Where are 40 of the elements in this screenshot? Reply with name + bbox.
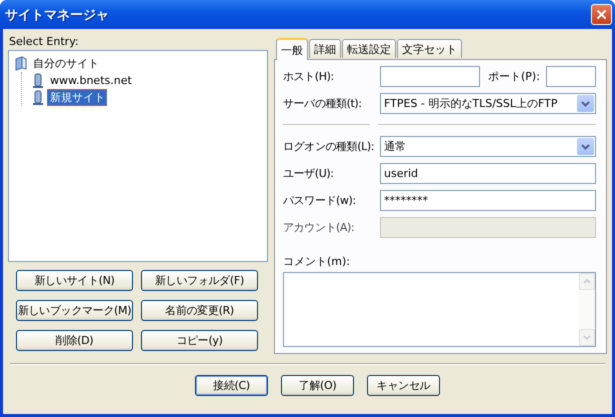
tree-item[interactable]: www.bnets.net [47,73,135,88]
action-button[interactable]: 新しいサイト(N) [16,270,133,291]
user-label: ユーザ(U): [283,166,335,181]
port-label: ポート(P): [488,69,540,84]
server-icon [32,90,44,106]
port-field[interactable] [546,66,596,87]
tree-item[interactable]: 自分のサイト [30,55,102,72]
action-button[interactable]: コピー(y) [141,330,258,351]
dialog-button[interactable]: キャンセル [367,375,440,396]
action-button[interactable]: 削除(D) [16,330,133,351]
comment-field[interactable] [283,272,596,347]
action-button[interactable]: 新しいフォルダ(F) [141,270,258,291]
user-field[interactable]: userid [380,163,596,184]
host-label: ホスト(H): [283,69,335,84]
host-field[interactable] [380,66,480,87]
select-entry-label: Select Entry: [9,35,80,48]
scroll-up-icon[interactable] [579,273,595,290]
close-icon[interactable] [596,9,607,20]
password-label: パスワード(w): [283,193,357,208]
password-field[interactable]: ******** [380,190,596,211]
tree-item[interactable]: 新規サイト [47,89,107,106]
action-button[interactable]: 名前の変更(R) [141,300,258,321]
account-label: アカウント(A): [283,220,356,235]
dialog-button[interactable]: 了解(O) [281,375,354,396]
logon-type-label: ログオンの種類(L): [283,139,376,154]
folder-icon [15,56,27,71]
window-title: サイトマネージャ [5,6,109,24]
server-icon [32,72,44,88]
action-button[interactable]: 新しいブックマーク(M) [16,300,133,321]
tab[interactable]: 転送設定 [342,39,396,58]
server-type-label: サーバの種類(t): [283,96,363,111]
logon-type-dropdown[interactable]: 通常 [380,136,596,157]
scroll-down-icon[interactable] [579,329,595,346]
server-type-dropdown[interactable]: FTPES - 明示的なTLS/SSL上のFTP [380,93,596,114]
close-button[interactable] [591,4,612,25]
tab[interactable]: 文字セット [397,39,462,58]
tab[interactable]: 詳細 [309,39,341,58]
comment-label: コメント(m): [283,254,352,269]
tab[interactable]: 一般 [276,38,308,60]
dialog-button[interactable]: 接続(C) [195,375,268,396]
